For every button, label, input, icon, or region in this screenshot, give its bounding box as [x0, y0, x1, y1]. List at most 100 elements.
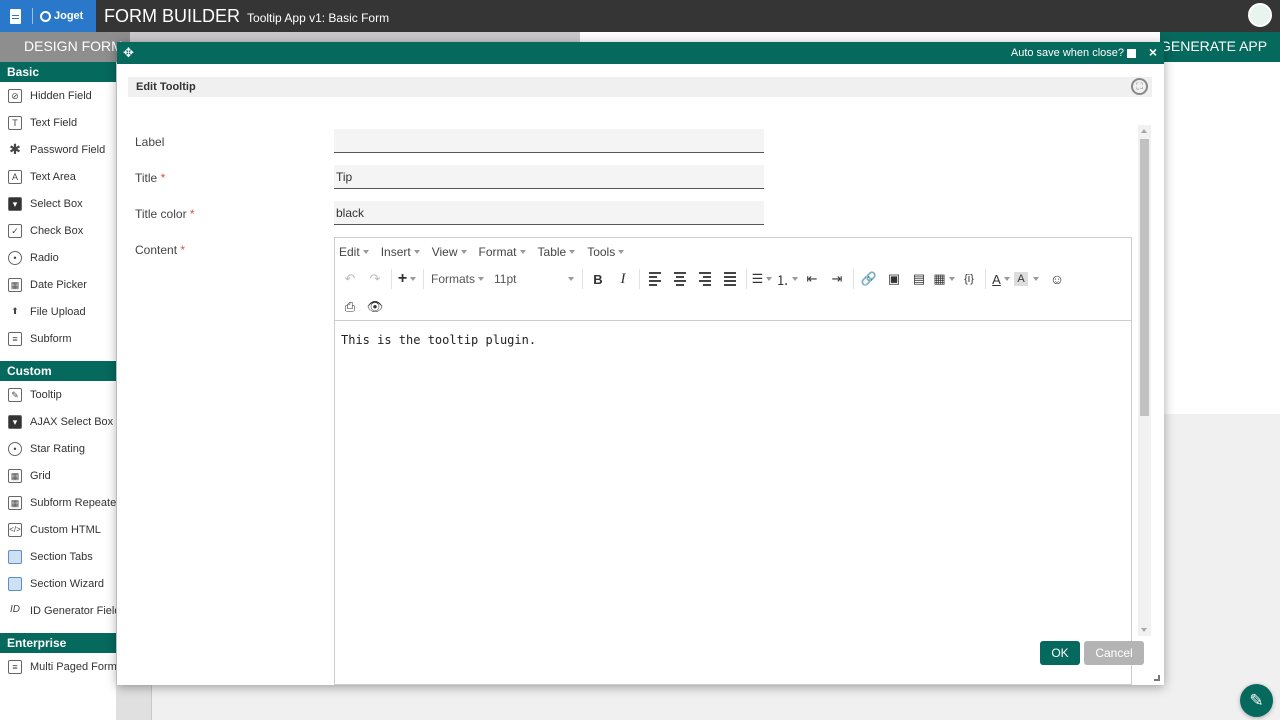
autosave-label: Auto save when close? — [1010, 47, 1124, 59]
variable-icon[interactable]: {i} — [957, 267, 981, 291]
font-size-dropdown[interactable]: 11pt — [490, 267, 578, 291]
redo-icon[interactable]: ↷ — [363, 267, 387, 291]
title-field-label: Title * — [135, 171, 166, 185]
move-icon[interactable]: ✥ — [123, 45, 134, 61]
menu-table[interactable]: Table — [538, 245, 576, 259]
edit-tooltip-dialog: ✥ Auto save when close? × Edit Tooltip ⛶… — [117, 42, 1164, 685]
label-field-label: Label — [135, 135, 165, 149]
italic-icon[interactable]: I — [611, 267, 635, 291]
link-icon[interactable]: 🔗 — [857, 267, 881, 291]
title-color-input[interactable] — [334, 201, 764, 225]
app-form-name: Tooltip App v1: Basic Form — [247, 11, 390, 25]
text-area-icon: A — [8, 169, 22, 184]
step-design-form[interactable]: DESIGN FORM — [0, 32, 130, 62]
palette-item-file-upload[interactable]: ⬆ File Upload — [0, 298, 116, 325]
required-mark: * — [160, 171, 166, 185]
scrollbar-thumb[interactable] — [1140, 139, 1149, 416]
palette-item-ajax-select-box[interactable]: ▾ AJAX Select Box — [0, 408, 116, 435]
label-input[interactable] — [334, 129, 764, 153]
palette-heading-custom: Custom — [0, 361, 116, 381]
align-justify-icon[interactable] — [718, 267, 742, 291]
preview-icon[interactable]: 👁 — [363, 295, 387, 319]
dialog-scrollbar[interactable] — [1138, 125, 1151, 636]
emoticons-icon[interactable]: ☺ — [1045, 267, 1069, 291]
dialog-header: Edit Tooltip ⛶ — [128, 77, 1152, 97]
palette-heading-enterprise: Enterprise — [0, 633, 116, 653]
table-icon[interactable]: ▦ — [932, 267, 956, 291]
builder-title: FORM BUILDER — [104, 6, 241, 26]
edit-icon: ✎ — [8, 387, 22, 402]
image-icon[interactable]: ▣ — [882, 267, 906, 291]
menu-edit[interactable]: Edit — [339, 245, 369, 259]
palette-item-date-picker[interactable]: ▦ Date Picker — [0, 271, 116, 298]
upload-icon: ⬆ — [11, 305, 19, 316]
edit-fab-button[interactable]: ✎ — [1240, 684, 1273, 717]
media-icon[interactable]: ▤ — [907, 267, 931, 291]
required-mark: * — [189, 207, 195, 221]
editor-menubar: Edit Insert View Format Table Tools — [335, 238, 1131, 265]
palette-item-id-generator-field[interactable]: ID ID Generator Field — [0, 597, 116, 624]
text-field-icon: T — [8, 115, 22, 130]
menu-insert[interactable]: Insert — [381, 245, 420, 259]
canvas-panel — [1164, 62, 1280, 414]
palette-item-grid[interactable]: ▦ Grid — [0, 462, 116, 489]
align-center-icon[interactable] — [668, 267, 692, 291]
bullet-list-icon[interactable]: ☰ — [750, 267, 774, 291]
background-color-icon[interactable]: A — [1014, 272, 1028, 286]
ok-button[interactable]: OK — [1040, 641, 1080, 665]
palette-item-tooltip[interactable]: ✎ Tooltip — [0, 381, 116, 408]
palette-item-password-field[interactable]: ✱ Password Field — [0, 136, 116, 163]
palette-item-check-box[interactable]: ✓ Check Box — [0, 217, 116, 244]
title-input[interactable] — [334, 165, 764, 189]
palette-item-text-field[interactable]: T Text Field — [0, 109, 116, 136]
dialog-title-bar[interactable]: ✥ Auto save when close? × — [117, 42, 1164, 64]
insert-plus-icon[interactable]: + — [395, 267, 419, 291]
menu-view[interactable]: View — [432, 245, 467, 259]
rich-text-editor: Edit Insert View Format Table Tools ↶ ↷ … — [334, 237, 1132, 685]
palette-item-section-tabs[interactable]: Section Tabs — [0, 543, 116, 570]
editor-toolbar-row2: ⎙ 👁 — [335, 293, 1131, 321]
fullscreen-icon[interactable]: ⛶ — [1131, 78, 1148, 95]
palette-item-star-rating[interactable]: • Star Rating — [0, 435, 116, 462]
indent-icon[interactable]: ⇥ — [825, 267, 849, 291]
calendar-icon: ▦ — [8, 277, 22, 292]
outdent-icon[interactable]: ⇤ — [800, 267, 824, 291]
palette-item-radio[interactable]: • Radio — [0, 244, 116, 271]
formats-dropdown[interactable]: Formats — [427, 267, 489, 291]
palette-item-subform[interactable]: ≡ Subform — [0, 325, 116, 352]
palette-item-hidden-field[interactable]: ⊘ Hidden Field — [0, 82, 116, 109]
joget-mark-icon — [40, 10, 51, 22]
autosave-toggle[interactable]: Auto save when close? — [1011, 47, 1136, 59]
asterisk-icon: ✱ — [9, 140, 21, 157]
avatar[interactable] — [1248, 3, 1272, 27]
align-left-icon[interactable] — [643, 267, 667, 291]
autosave-checkbox[interactable] — [1127, 48, 1136, 58]
cancel-button[interactable]: Cancel — [1084, 641, 1144, 665]
menu-tools[interactable]: Tools — [587, 245, 625, 259]
bold-icon[interactable]: B — [586, 267, 610, 291]
align-right-icon[interactable] — [693, 267, 717, 291]
numbered-list-icon[interactable]: ⒈ — [775, 267, 799, 291]
print-icon[interactable]: ⎙ — [338, 295, 362, 319]
grid-icon: ▦ — [8, 468, 22, 483]
resize-handle[interactable] — [1154, 675, 1160, 681]
undo-icon[interactable]: ↶ — [338, 267, 362, 291]
dialog-header-title: Edit Tooltip — [136, 81, 196, 93]
palette-item-text-area[interactable]: A Text Area — [0, 163, 116, 190]
scroll-up-arrow[interactable] — [1141, 129, 1147, 133]
title-color-field-label: Title color * — [135, 207, 195, 221]
palette-item-subform-repeater[interactable]: ▦ Subform Repeater — [0, 489, 116, 516]
palette-item-select-box[interactable]: ▾ Select Box — [0, 190, 116, 217]
text-color-icon[interactable]: A — [989, 267, 1013, 291]
scroll-down-arrow[interactable] — [1141, 628, 1147, 632]
step-generate-app[interactable]: GENERATE APP — [1160, 32, 1280, 62]
editor-content-area[interactable]: This is the tooltip plugin. — [335, 320, 1131, 684]
palette-item-multi-paged-form[interactable]: ≡ Multi Paged Form — [0, 653, 116, 680]
palette-item-custom-html[interactable]: </> Custom HTML — [0, 516, 116, 543]
close-icon[interactable]: × — [1149, 44, 1157, 60]
pencil-icon: ✎ — [1249, 691, 1264, 710]
menu-format[interactable]: Format — [479, 245, 526, 259]
content-field-label: Content * — [135, 243, 186, 257]
joget-logo[interactable]: Joget — [0, 0, 96, 32]
palette-item-section-wizard[interactable]: Section Wizard — [0, 570, 116, 597]
